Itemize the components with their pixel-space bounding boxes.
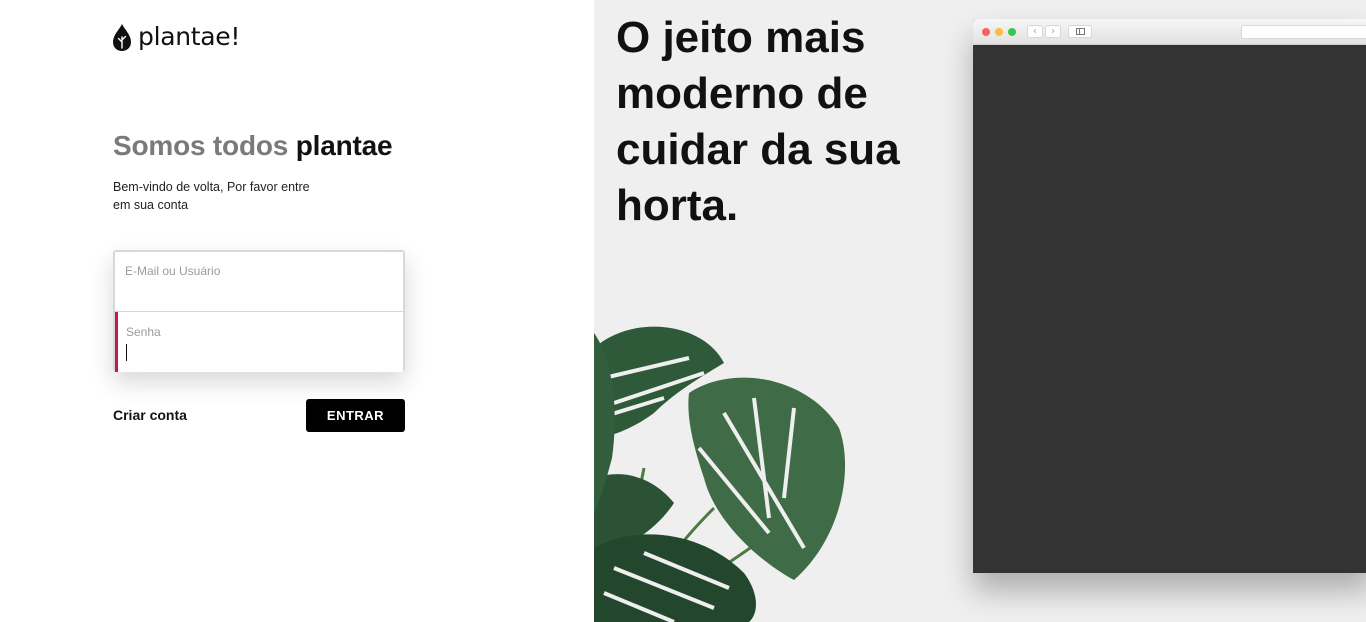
tagline-line-1: O jeito mais [616,13,866,62]
title-bold: plantae [295,130,393,161]
welcome-line-2: em sua conta [113,198,189,212]
login-page: plantae! Somos todos plantae Bem-vindo d… [0,0,1366,622]
text-caret [126,344,127,361]
brand-logo[interactable]: plantae! [112,22,240,52]
welcome-line-1: Bem-vindo de volta, Por favor entre [113,180,310,194]
create-account-link[interactable]: Criar conta [113,407,187,423]
hero-panel: O jeito mais moderno de cuidar da sua ho… [594,0,1366,622]
email-label: E-Mail ou Usuário [125,264,221,278]
brand-name: plantae! [138,22,241,51]
tagline-line-3: cuidar da sua [616,125,900,174]
welcome-text: Bem-vindo de volta, Por favor entre em s… [113,178,323,214]
hero-tagline: O jeito mais moderno de cuidar da sua ho… [616,10,936,234]
password-input[interactable] [128,342,393,362]
browser-toolbar: ‹ › [973,19,1366,45]
email-field[interactable]: E-Mail ou Usuário [115,252,403,312]
close-dot-icon [982,28,990,36]
password-label: Senha [126,325,161,339]
address-bar [1241,25,1366,39]
title-muted: Somos todos [113,130,289,161]
browser-mockup: ‹ › [973,19,1366,573]
sidebar-toggle-icon [1068,25,1092,38]
back-chevron-icon: ‹ [1027,25,1043,38]
minimize-dot-icon [995,28,1003,36]
email-input[interactable] [125,282,390,302]
tagline-line-2: moderno de [616,69,868,118]
tagline-line-4: horta. [616,181,739,230]
login-form: E-Mail ou Usuário Senha [113,250,405,372]
forward-chevron-icon: › [1045,25,1061,38]
login-button[interactable]: ENTRAR [306,399,405,432]
login-panel: plantae! Somos todos plantae Bem-vindo d… [0,0,594,622]
monstera-plant-illustration [594,326,846,622]
maximize-dot-icon [1008,28,1016,36]
leaf-drop-icon [113,24,131,51]
password-field[interactable]: Senha [115,312,403,372]
page-title: Somos todos plantae [113,130,393,162]
